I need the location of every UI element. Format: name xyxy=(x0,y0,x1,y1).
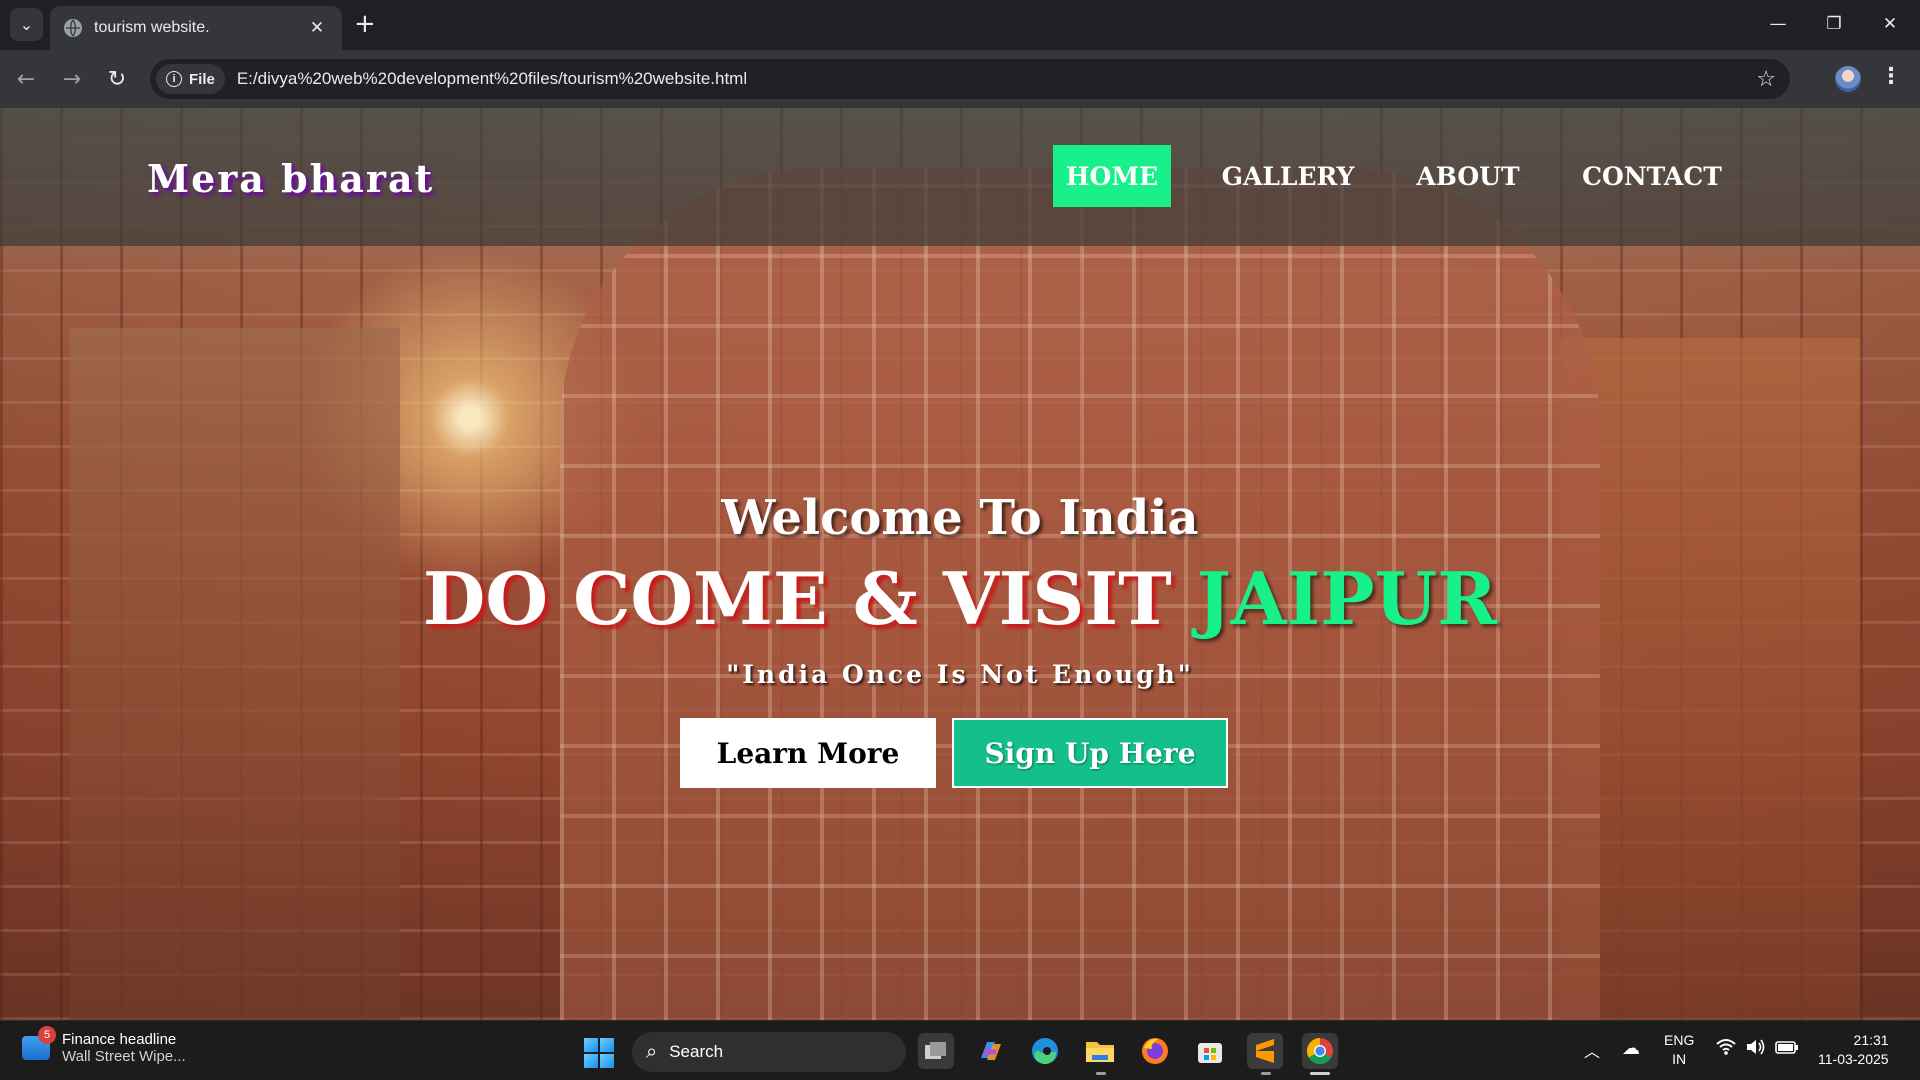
page-viewport: Mera bharat HOME GALLERY ABOUT CONTACT W… xyxy=(0,108,1920,1020)
news-badge: 5 xyxy=(38,1026,56,1044)
tab-search-button[interactable]: ⌄ xyxy=(10,8,43,41)
language-line-1: ENG xyxy=(1664,1032,1695,1048)
browser-menu-icon[interactable]: ⋮ xyxy=(1880,64,1902,89)
running-indicator-active xyxy=(1310,1072,1330,1075)
onedrive-icon[interactable]: ☁ xyxy=(1622,1038,1640,1059)
globe-icon xyxy=(64,19,82,37)
search-icon: ⌕ xyxy=(646,1040,658,1063)
sublime-text-icon[interactable] xyxy=(1247,1033,1283,1069)
system-clock[interactable]: 21:31 11-03-2025 xyxy=(1818,1031,1889,1069)
tab-title: tourism website. xyxy=(94,19,210,36)
chrome-icon[interactable] xyxy=(1302,1033,1338,1069)
hero-headline-main: DO COME & VISIT xyxy=(422,556,1197,641)
close-window-button[interactable]: ✕ xyxy=(1862,8,1918,40)
task-view-icon[interactable] xyxy=(918,1033,954,1069)
profile-avatar[interactable] xyxy=(1835,66,1861,92)
chevron-down-icon: ⌄ xyxy=(19,15,34,34)
clock-date: 11-03-2025 xyxy=(1818,1051,1889,1067)
site-header: Mera bharat HOME GALLERY ABOUT CONTACT xyxy=(0,108,1920,246)
news-icon: 5 xyxy=(22,1026,56,1060)
language-line-2: IN xyxy=(1672,1051,1687,1067)
language-indicator[interactable]: ENG IN xyxy=(1664,1031,1694,1069)
taskbar-search[interactable]: ⌕ Search xyxy=(632,1032,906,1072)
info-icon: i xyxy=(166,71,182,87)
restore-button[interactable]: ❐ xyxy=(1806,8,1862,40)
copilot-icon[interactable] xyxy=(972,1033,1008,1069)
forward-button[interactable]: → xyxy=(56,63,88,95)
browser-toolbar: ← → ↻ i File E:/divya%20web%20developmen… xyxy=(0,50,1920,108)
microsoft-store-icon[interactable] xyxy=(1192,1033,1228,1069)
running-indicator xyxy=(1096,1072,1106,1075)
wifi-icon[interactable] xyxy=(1716,1038,1736,1061)
hero-tagline: "India Once Is Not Enough" xyxy=(726,660,1194,689)
news-subtitle: Wall Street Wipe... xyxy=(62,1048,186,1065)
hero-headline: DO COME & VISIT JAIPUR xyxy=(0,556,1920,641)
tab-close-icon[interactable]: ✕ xyxy=(306,18,328,38)
site-logo[interactable]: Mera bharat xyxy=(147,156,434,201)
windows-start-icon[interactable] xyxy=(584,1038,614,1068)
news-title: Finance headline xyxy=(62,1031,177,1048)
site-info-chip[interactable]: i File xyxy=(156,64,225,94)
nav-contact[interactable]: CONTACT xyxy=(1570,145,1734,207)
arrow-left-icon: ← xyxy=(16,66,36,92)
bookmark-star-icon[interactable]: ☆ xyxy=(1756,67,1776,92)
browser-tab[interactable]: tourism website. ✕ xyxy=(50,6,342,50)
taskbar-search-placeholder: Search xyxy=(669,1042,724,1061)
hero-headline-accent: JAIPUR xyxy=(1196,556,1498,641)
sign-up-button[interactable]: Sign Up Here xyxy=(952,718,1228,788)
battery-icon[interactable] xyxy=(1775,1038,1799,1061)
url-text[interactable]: E:/divya%20web%20development%20files/tou… xyxy=(237,69,1756,89)
volume-icon[interactable] xyxy=(1745,1038,1767,1061)
browser-tab-strip: ⌄ tourism website. ✕ + — ❐ ✕ xyxy=(0,0,1920,50)
back-button[interactable]: ← xyxy=(10,63,42,95)
file-explorer-icon[interactable] xyxy=(1082,1033,1118,1069)
nav-about[interactable]: ABOUT xyxy=(1400,145,1536,207)
running-indicator xyxy=(1261,1072,1271,1075)
new-tab-button[interactable]: + xyxy=(354,11,376,37)
edge-icon[interactable] xyxy=(1027,1033,1063,1069)
address-bar[interactable]: i File E:/divya%20web%20development%20fi… xyxy=(150,59,1790,99)
nav-gallery[interactable]: GALLERY xyxy=(1208,145,1368,207)
nav-home[interactable]: HOME xyxy=(1053,145,1171,207)
firefox-icon[interactable] xyxy=(1137,1033,1173,1069)
site-info-label: File xyxy=(189,70,215,88)
arrow-right-icon: → xyxy=(62,66,82,92)
chevron-up-icon[interactable]: ︿ xyxy=(1584,1038,1600,1062)
welcome-heading: Welcome To India xyxy=(721,490,1199,546)
learn-more-button[interactable]: Learn More xyxy=(680,718,936,788)
reload-icon: ↻ xyxy=(107,66,127,92)
reload-button[interactable]: ↻ xyxy=(101,63,133,95)
minimize-button[interactable]: — xyxy=(1750,8,1806,40)
windows-taskbar: 5 Finance headline Wall Street Wipe... ⌕… xyxy=(0,1020,1920,1080)
clock-time: 21:31 xyxy=(1853,1032,1889,1048)
news-widget[interactable]: 5 Finance headline Wall Street Wipe... xyxy=(22,1026,186,1065)
